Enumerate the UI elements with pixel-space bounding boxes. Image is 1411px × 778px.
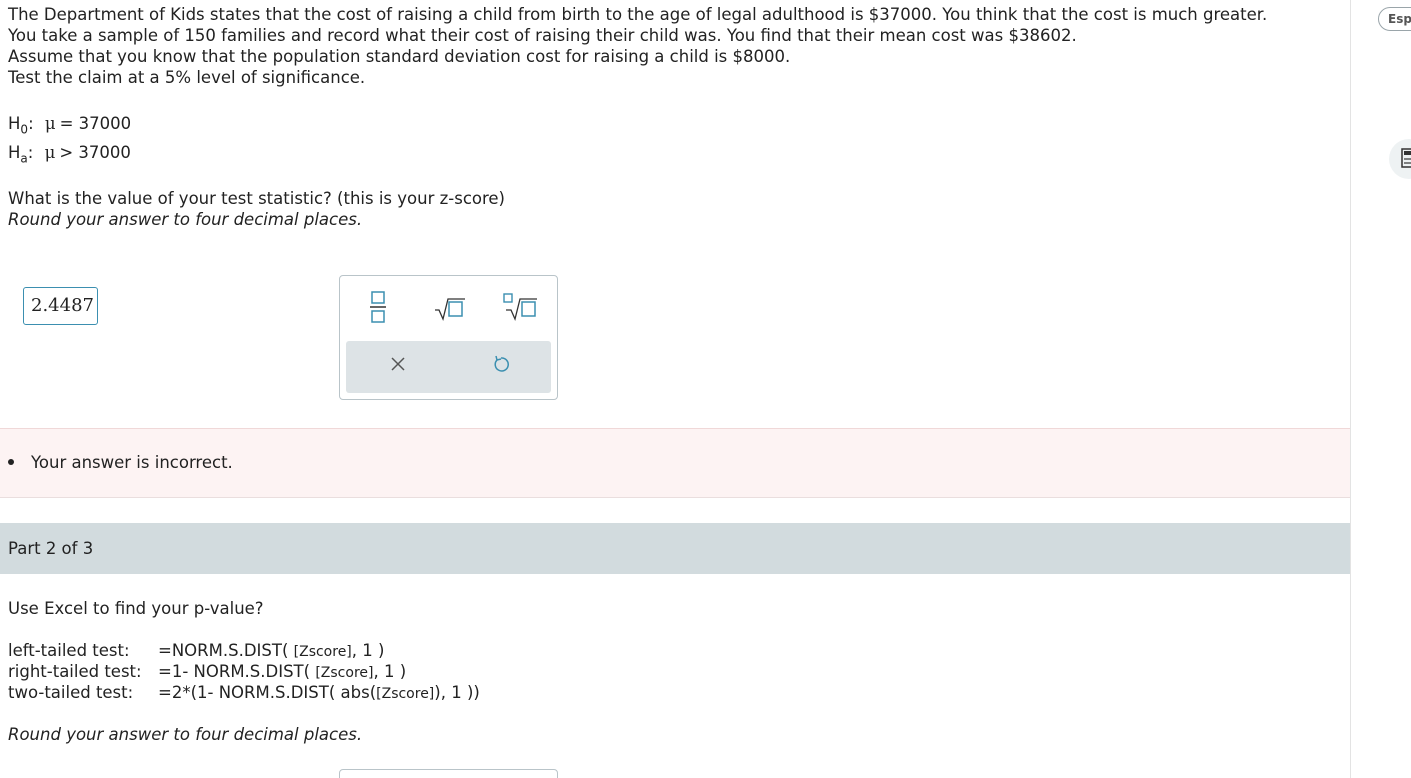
formula-row: left-tailed test: =NORM.S.DIST( [Zscore],… (8, 641, 384, 660)
formula-text: =1- NORM.S.DIST( (158, 662, 316, 681)
zscore-placeholder: [Zscore] (376, 686, 435, 702)
zscore-placeholder: [Zscore] (315, 665, 374, 681)
formula-text: =NORM.S.DIST( (158, 641, 294, 660)
nth-root-icon[interactable] (503, 290, 539, 324)
formula-text: ), 1 )) (434, 683, 480, 702)
bullet-icon (8, 459, 14, 465)
main-content: The Department of Kids states that the c… (0, 0, 1350, 778)
formula-text: =2*(1- NORM.S.DIST( abs( (158, 683, 377, 702)
hypothesis-relation: > 37000 (59, 143, 131, 162)
mu-symbol: μ (44, 143, 56, 162)
problem-line: Test the claim at a 5% level of signific… (8, 68, 366, 87)
hypothesis-subscript: a (20, 151, 28, 166)
fraction-icon[interactable] (368, 290, 388, 324)
part1-question: What is the value of your test statistic… (8, 188, 505, 230)
problem-statement: The Department of Kids states that the c… (8, 4, 1338, 88)
hypothesis-label: H (8, 114, 21, 133)
null-hypothesis: H0: μ = 37000 (8, 114, 131, 136)
problem-line: You take a sample of 150 families and re… (8, 26, 1077, 45)
rounding-instruction: Round your answer to four decimal places… (8, 210, 363, 229)
formula-text: , 1 ) (373, 662, 407, 681)
math-palette-2 (339, 769, 558, 778)
hypothesis-colon: : (27, 143, 34, 162)
alternative-hypothesis: Ha: μ > 37000 (8, 143, 131, 165)
hypothesis-label: H (8, 143, 21, 162)
problem-line: The Department of Kids states that the c… (8, 5, 1268, 24)
part2-question: Use Excel to find your p-value? (8, 599, 264, 618)
part2-rounding-instruction: Round your answer to four decimal places… (8, 725, 363, 744)
hypothesis-colon: : (28, 114, 34, 133)
hypothesis-subscript: 0 (20, 122, 29, 137)
page: The Department of Kids states that the c… (0, 0, 1411, 778)
zscore-placeholder: [Zscore] (293, 644, 352, 660)
hypothesis-relation: = 37000 (59, 114, 132, 133)
formula-label: left-tailed test: (8, 641, 130, 660)
formula-text: , 1 ) (351, 641, 385, 660)
formula-label: right-tailed test: (8, 662, 142, 681)
answer-input[interactable]: 2.4487 (23, 287, 98, 325)
sidebar-divider (1350, 0, 1351, 778)
mu-symbol: μ (44, 114, 56, 133)
palette-actions (346, 341, 551, 393)
feedback-panel: Your answer is incorrect. (0, 428, 1350, 498)
math-palette (339, 275, 558, 400)
calculator-icon[interactable] (1389, 139, 1411, 179)
undo-icon[interactable] (492, 355, 510, 377)
part-header: Part 2 of 3 (0, 523, 1350, 574)
clear-icon[interactable] (389, 355, 407, 377)
language-button[interactable]: Espa (1378, 7, 1411, 31)
formula-label: two-tailed test: (8, 683, 134, 702)
part-label: Part 2 of 3 (8, 539, 94, 558)
feedback-message: Your answer is incorrect. (31, 453, 233, 472)
formula-row: two-tailed test: =2*(1- NORM.S.DIST( abs(… (8, 683, 480, 702)
question-text: What is the value of your test statistic… (8, 189, 505, 208)
problem-line: Assume that you know that the population… (8, 47, 791, 66)
sqrt-icon[interactable] (433, 290, 467, 324)
formula-row: right-tailed test: =1- NORM.S.DIST( [Zsco… (8, 662, 406, 681)
